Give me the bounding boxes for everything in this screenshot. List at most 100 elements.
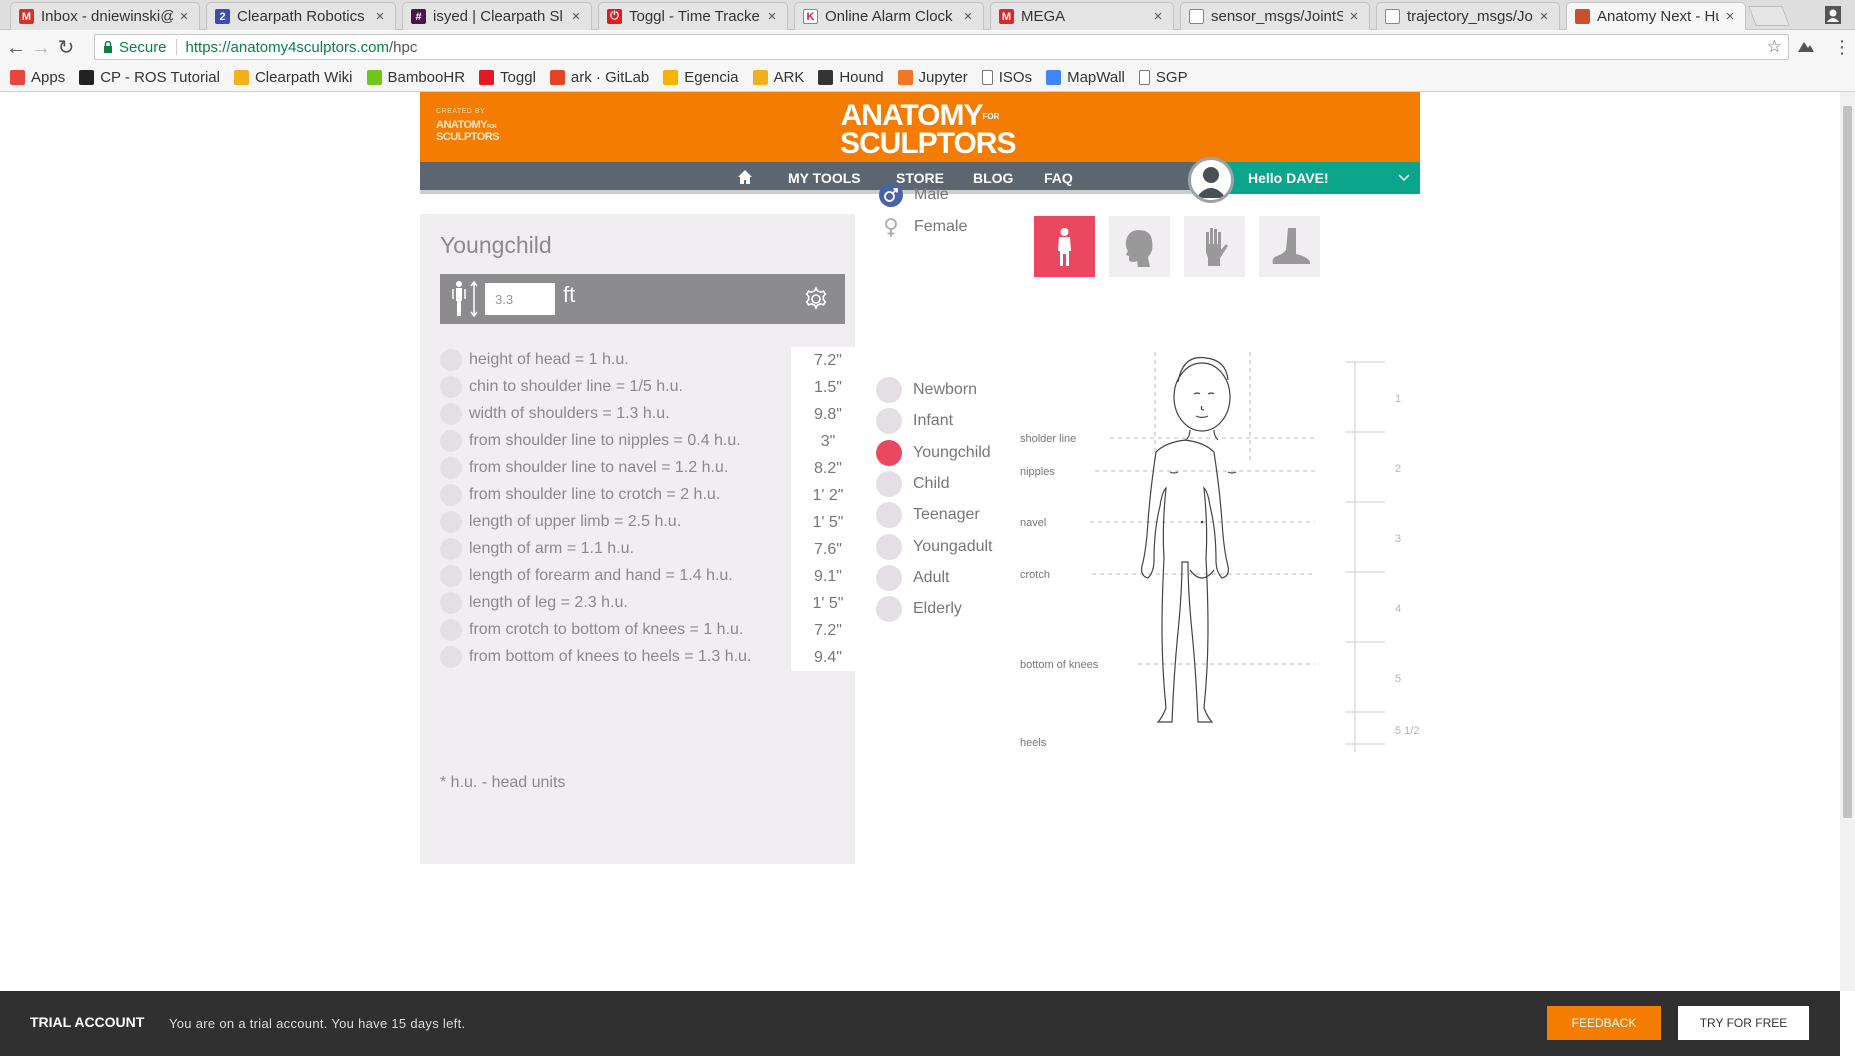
feedback-button[interactable]: FEEDBACK bbox=[1547, 1006, 1661, 1040]
measurement-toggle[interactable] bbox=[440, 619, 462, 641]
bookmark-item[interactable]: ISOs bbox=[981, 69, 1032, 86]
browser-tab[interactable]: # isyed | Clearpath Sl × bbox=[402, 2, 592, 30]
google-icon bbox=[1046, 70, 1062, 85]
gender-option-male[interactable]: Male bbox=[878, 181, 949, 209]
profile-icon[interactable] bbox=[1822, 4, 1844, 26]
back-arrow-icon[interactable]: ← bbox=[4, 36, 28, 60]
omnibox[interactable]: Secure https://anatomy4sculptors.com/hpc… bbox=[94, 34, 1789, 60]
close-icon[interactable]: × bbox=[177, 8, 191, 25]
site-header: CREATED BY ANATOMYFOR SCULPTORS ANATOMYF… bbox=[420, 92, 1420, 162]
measurement-toggle[interactable] bbox=[440, 376, 462, 398]
bookmark-item[interactable]: ark · GitLab bbox=[549, 69, 649, 86]
measurement-row[interactable]: from bottom of knees to heels = 1.3 h.u.… bbox=[440, 641, 865, 673]
browser-menu-icon[interactable]: ⋮ bbox=[1833, 37, 1851, 57]
bookmark-item[interactable]: ARK bbox=[752, 69, 804, 86]
body-part-head[interactable] bbox=[1109, 216, 1170, 277]
close-icon[interactable]: × bbox=[1537, 8, 1551, 25]
measurement-toggle[interactable] bbox=[440, 538, 462, 560]
scrollbar-thumb[interactable] bbox=[1843, 106, 1852, 818]
measurement-toggle[interactable] bbox=[440, 511, 462, 533]
close-icon[interactable]: × bbox=[1151, 8, 1165, 25]
age-option[interactable]: Infant bbox=[876, 407, 953, 435]
age-option[interactable]: Child bbox=[876, 470, 949, 498]
age-option[interactable]: Youngadult bbox=[876, 533, 993, 561]
close-icon[interactable]: × bbox=[569, 8, 583, 25]
browser-tab[interactable]: sensor_msgs/JointS × bbox=[1180, 2, 1370, 30]
age-radio[interactable] bbox=[876, 596, 902, 623]
measurement-toggle[interactable] bbox=[440, 592, 462, 614]
page-scrollbar[interactable] bbox=[1840, 92, 1855, 991]
close-icon[interactable]: × bbox=[373, 8, 387, 25]
new-tab-button[interactable] bbox=[1748, 6, 1790, 26]
nav-faq[interactable]: FAQ bbox=[1044, 162, 1073, 194]
bookmark-item[interactable]: Jupyter bbox=[897, 69, 968, 86]
document-icon bbox=[1189, 9, 1204, 24]
age-option[interactable]: Elderly bbox=[876, 595, 962, 623]
small-brand-logo[interactable]: ANATOMYFOR SCULPTORS bbox=[436, 120, 500, 143]
close-icon[interactable]: × bbox=[765, 8, 779, 25]
measurement-label: from crotch to bottom of knees = 1 h.u. bbox=[469, 621, 744, 638]
toggl-icon bbox=[479, 70, 495, 85]
gear-icon[interactable] bbox=[802, 285, 830, 313]
browser-tab[interactable]: K Online Alarm Clock × bbox=[794, 2, 984, 30]
avatar[interactable] bbox=[1188, 157, 1234, 203]
document-icon bbox=[1385, 9, 1400, 24]
measurement-toggle[interactable] bbox=[440, 484, 462, 506]
bookmark-item[interactable]: CP - ROS Tutorial bbox=[79, 69, 220, 86]
age-radio[interactable] bbox=[876, 533, 902, 560]
bookmark-item[interactable]: BambooHR bbox=[366, 69, 465, 86]
bookmark-item[interactable]: MapWall bbox=[1046, 69, 1125, 86]
secure-label: Secure bbox=[119, 38, 167, 56]
close-icon[interactable]: × bbox=[1347, 8, 1361, 25]
body-part-full-body[interactable] bbox=[1034, 216, 1095, 277]
age-radio[interactable] bbox=[876, 470, 902, 497]
measurement-toggle[interactable] bbox=[440, 403, 462, 425]
browser-tab[interactable]: Anatomy Next - Hum× bbox=[1566, 2, 1746, 30]
browser-tab[interactable]: trajectory_msgs/Jo × bbox=[1376, 2, 1560, 30]
nav-my-tools[interactable]: MY TOOLS bbox=[788, 162, 861, 194]
age-radio[interactable] bbox=[876, 564, 902, 591]
home-icon[interactable] bbox=[737, 169, 753, 185]
browser-tab[interactable]: ⏻ Toggl - Time Tracke × bbox=[598, 2, 788, 30]
nav-blog[interactable]: BLOG bbox=[973, 162, 1013, 194]
age-option[interactable]: Adult bbox=[876, 564, 949, 592]
browser-tab[interactable]: M MEGA × bbox=[990, 2, 1174, 30]
age-option[interactable]: Teenager bbox=[876, 501, 980, 529]
browser-tab[interactable]: M Inbox - dniewinski@ × bbox=[10, 2, 200, 30]
main-brand-logo[interactable]: ANATOMYFOR SCULPTORS bbox=[840, 101, 1016, 159]
body-part-foot[interactable] bbox=[1259, 216, 1320, 277]
bookmark-item[interactable]: Hound bbox=[818, 69, 884, 86]
try-for-free-button[interactable]: TRY FOR FREE bbox=[1678, 1006, 1809, 1040]
measurement-toggle[interactable] bbox=[440, 349, 462, 371]
close-icon[interactable]: × bbox=[1723, 8, 1737, 25]
browser-tab[interactable]: 2 Clearpath Robotics × bbox=[206, 2, 396, 30]
body-part-hand[interactable] bbox=[1184, 216, 1245, 277]
gender-option-female[interactable]: Female bbox=[878, 213, 967, 241]
bookmark-item[interactable]: Egencia bbox=[663, 69, 739, 86]
bookmark-item[interactable]: Toggl bbox=[479, 69, 536, 86]
forward-arrow-icon[interactable]: → bbox=[29, 36, 53, 60]
measurement-toggle[interactable] bbox=[440, 457, 462, 479]
user-greeting[interactable]: Hello DAVE! bbox=[1248, 162, 1329, 194]
measurement-toggle[interactable] bbox=[440, 430, 462, 452]
age-radio[interactable] bbox=[876, 377, 902, 403]
age-option[interactable]: Youngchild bbox=[876, 439, 991, 467]
age-option[interactable]: Newborn bbox=[876, 376, 977, 404]
proportion-diagram: sholder line nipples navel crotch bottom… bbox=[1020, 352, 1419, 752]
measurement-toggle[interactable] bbox=[440, 565, 462, 587]
age-radio[interactable] bbox=[876, 408, 902, 435]
bookmark-item[interactable]: Apps bbox=[10, 69, 65, 86]
height-input[interactable] bbox=[485, 283, 555, 315]
age-radio[interactable] bbox=[876, 502, 902, 529]
bookmark-star-icon[interactable]: ☆ bbox=[1767, 37, 1782, 57]
reload-icon[interactable]: ↻ bbox=[54, 36, 78, 60]
age-radio[interactable] bbox=[876, 439, 902, 466]
bookmark-item[interactable]: Clearpath Wiki bbox=[233, 69, 353, 86]
measurement-toggle[interactable] bbox=[440, 646, 462, 668]
ruler-label-5-half: 5 1/2 bbox=[1395, 725, 1419, 737]
extension-icon[interactable] bbox=[1796, 38, 1816, 56]
close-icon[interactable]: × bbox=[961, 8, 975, 25]
line-label-nipples: nipples bbox=[1020, 466, 1055, 478]
chevron-down-icon[interactable] bbox=[1398, 173, 1410, 183]
bookmark-item[interactable]: SGP bbox=[1138, 69, 1188, 86]
